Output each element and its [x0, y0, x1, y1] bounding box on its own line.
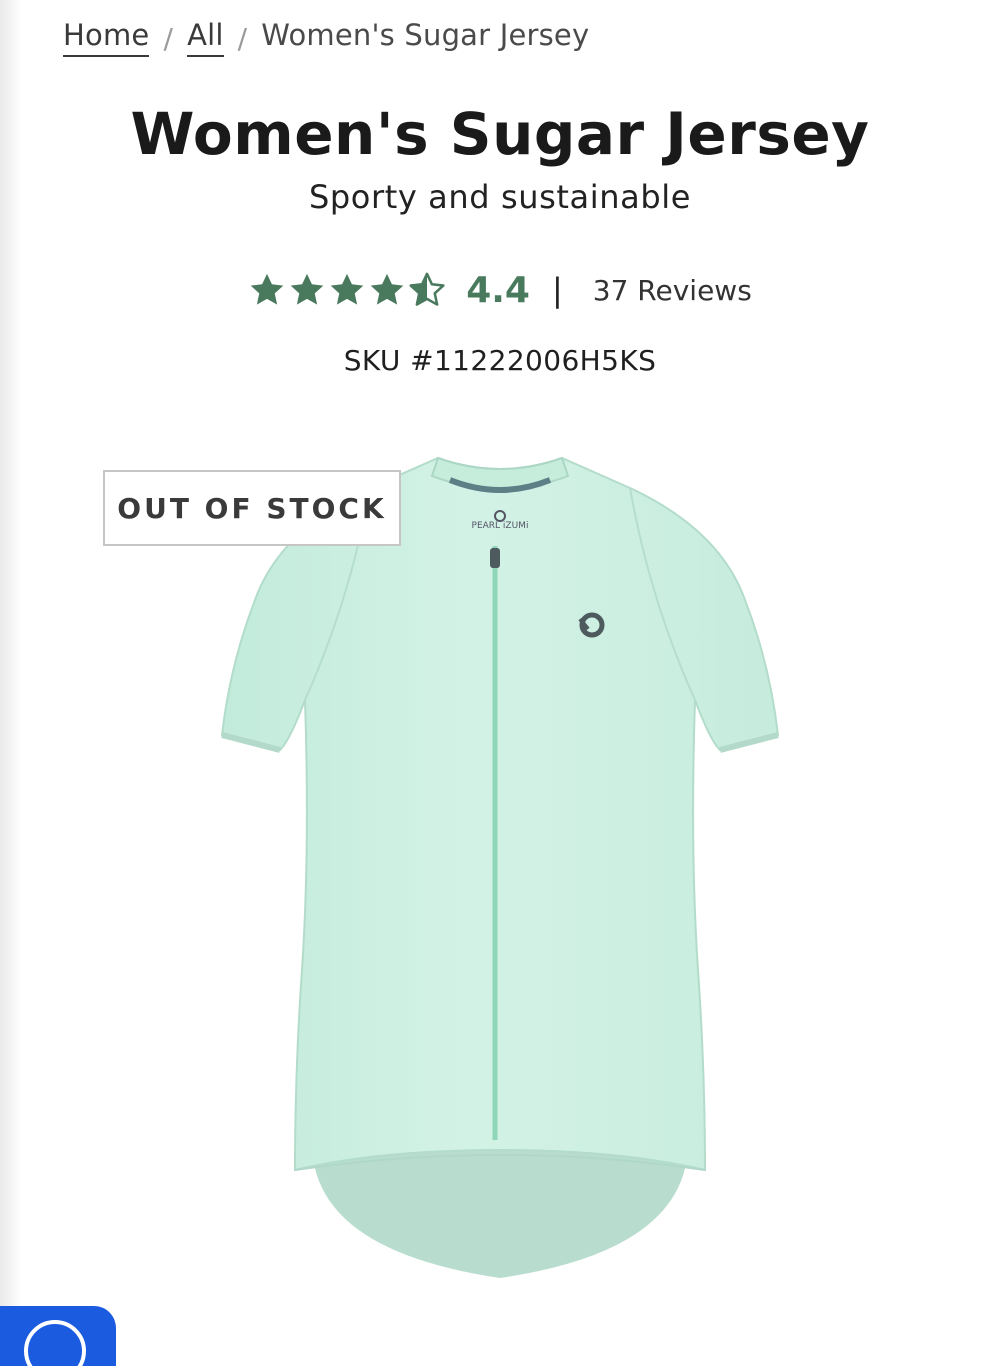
out-of-stock-badge: OUT OF STOCK [103, 470, 401, 546]
product-title: Women's Sugar Jersey [130, 100, 870, 168]
rating-divider: | [551, 271, 563, 309]
star-full-icon [288, 271, 326, 309]
chat-button[interactable] [0, 1306, 116, 1366]
breadcrumb-separator: / [237, 21, 248, 55]
product-sku: SKU #11222006H5KS [343, 344, 657, 377]
rating-value: 4.4 [466, 269, 530, 311]
breadcrumb-all-link[interactable]: All [187, 18, 224, 57]
svg-text:PEARL iZUMi: PEARL iZUMi [472, 521, 529, 531]
jersey-icon: PEARL iZUMi [220, 456, 780, 1278]
star-full-icon [368, 271, 406, 309]
reviews-count-link[interactable]: 37 Reviews [593, 274, 752, 307]
star-rating [248, 271, 446, 309]
star-full-icon [328, 271, 366, 309]
rating-row[interactable]: 4.4 | 37 Reviews [0, 262, 1000, 318]
product-subtitle: Sporty and sustainable [308, 178, 692, 216]
product-image[interactable]: PEARL iZUMi [200, 450, 800, 1290]
star-full-icon [248, 271, 286, 309]
breadcrumb-home-link[interactable]: Home [63, 18, 150, 57]
breadcrumb-current: Women's Sugar Jersey [261, 18, 590, 53]
star-half-icon [408, 271, 446, 309]
breadcrumb-separator: / [163, 21, 174, 55]
breadcrumb: Home / All / Women's Sugar Jersey [63, 14, 589, 62]
chat-icon [24, 1320, 86, 1366]
